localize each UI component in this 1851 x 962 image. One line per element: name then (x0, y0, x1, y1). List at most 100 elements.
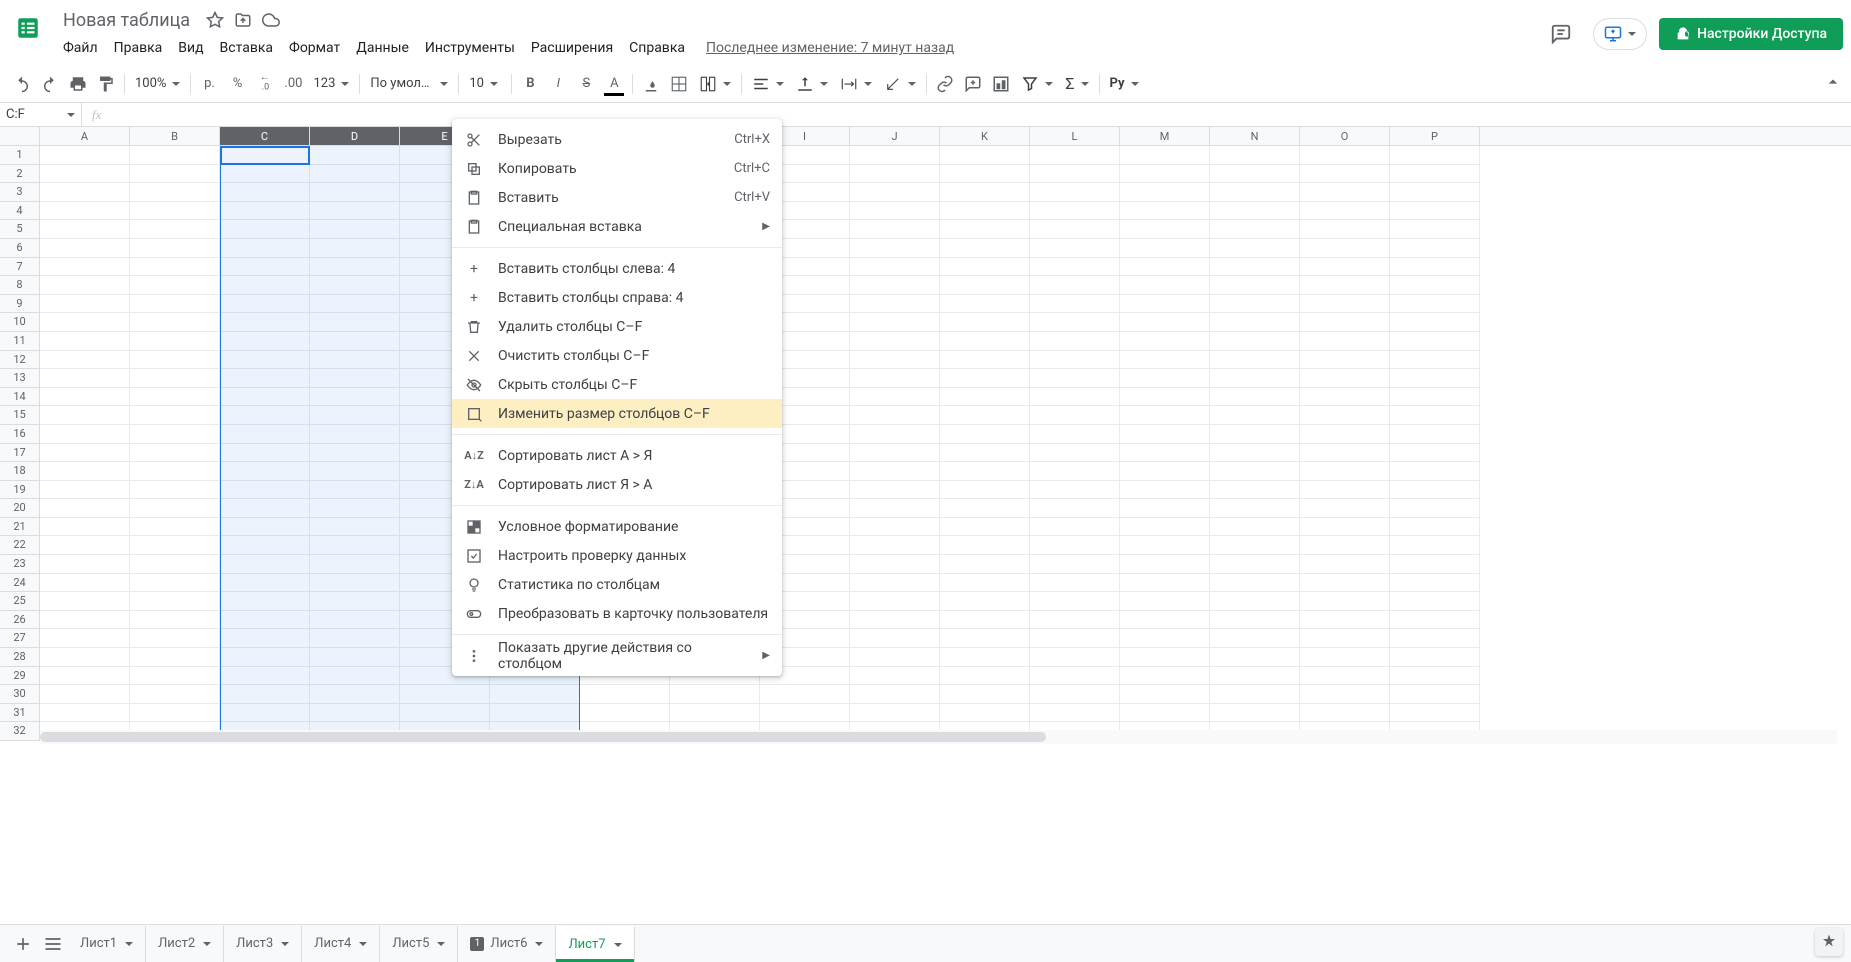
cm-insert-left[interactable]: +Вставить столбцы слева: 4 (452, 254, 782, 283)
sheet-tab[interactable]: Лист5 (380, 926, 458, 962)
cell[interactable] (220, 518, 310, 537)
cell[interactable] (1120, 351, 1210, 370)
borders-button[interactable] (665, 70, 693, 98)
cm-convert-people[interactable]: Преобразовать в карточку пользователя (452, 599, 782, 628)
cell[interactable] (850, 648, 940, 667)
cell[interactable] (130, 611, 220, 630)
cell[interactable] (1390, 332, 1480, 351)
row-header[interactable]: 29 (0, 667, 39, 686)
cell[interactable] (130, 202, 220, 221)
cell[interactable] (940, 425, 1030, 444)
select-all-corner[interactable] (0, 127, 40, 146)
cell[interactable] (1300, 239, 1390, 258)
cell[interactable] (1300, 332, 1390, 351)
cell[interactable] (1210, 313, 1300, 332)
column-header-M[interactable]: M (1120, 127, 1210, 145)
zoom-combo[interactable]: 100% (129, 71, 186, 97)
cell[interactable] (760, 704, 850, 723)
cell[interactable] (1120, 481, 1210, 500)
cell[interactable] (1390, 276, 1480, 295)
all-sheets-button[interactable] (38, 929, 68, 959)
cell[interactable] (940, 258, 1030, 277)
cell[interactable] (40, 536, 130, 555)
cell[interactable] (40, 351, 130, 370)
cell[interactable] (1030, 592, 1120, 611)
cell[interactable] (1120, 406, 1210, 425)
sheet-tab[interactable]: 1Лист6 (458, 926, 556, 962)
cell[interactable] (310, 481, 400, 500)
cell[interactable] (1120, 648, 1210, 667)
cell[interactable] (1030, 444, 1120, 463)
cell[interactable] (130, 406, 220, 425)
cell[interactable] (1300, 704, 1390, 723)
cell[interactable] (40, 406, 130, 425)
cell[interactable] (1210, 276, 1300, 295)
cell[interactable] (940, 202, 1030, 221)
cell[interactable] (940, 313, 1030, 332)
cell[interactable] (850, 444, 940, 463)
cell[interactable] (1030, 220, 1120, 239)
cell[interactable] (850, 146, 940, 165)
cell[interactable] (130, 444, 220, 463)
row-header[interactable]: 18 (0, 462, 39, 481)
cell[interactable] (940, 499, 1030, 518)
cell[interactable] (40, 295, 130, 314)
cell[interactable] (310, 536, 400, 555)
bold-button[interactable]: B (516, 70, 544, 98)
row-header[interactable]: 4 (0, 202, 39, 221)
cell[interactable] (1390, 481, 1480, 500)
cell[interactable] (400, 685, 490, 704)
cell[interactable] (940, 629, 1030, 648)
cell[interactable] (220, 165, 310, 184)
cell[interactable] (40, 369, 130, 388)
cell[interactable] (850, 276, 940, 295)
cm-paste-special[interactable]: Специальная вставка▶ (452, 212, 782, 241)
cell[interactable] (220, 536, 310, 555)
cell[interactable] (1390, 574, 1480, 593)
cm-sort-za[interactable]: Z↓AСортировать лист Я > А (452, 470, 782, 499)
cell[interactable] (40, 611, 130, 630)
cell[interactable] (940, 183, 1030, 202)
cell[interactable] (1030, 146, 1120, 165)
cell[interactable] (1390, 611, 1480, 630)
cell[interactable] (130, 574, 220, 593)
fill-color-button[interactable] (637, 70, 665, 98)
cell[interactable] (670, 685, 760, 704)
cell[interactable] (1210, 499, 1300, 518)
cell[interactable] (1030, 499, 1120, 518)
cell[interactable] (1120, 313, 1210, 332)
cell[interactable] (940, 220, 1030, 239)
undo-button[interactable] (8, 70, 36, 98)
cell[interactable] (1210, 220, 1300, 239)
cell[interactable] (850, 462, 940, 481)
row-header[interactable]: 2 (0, 165, 39, 184)
cell[interactable] (130, 518, 220, 537)
cell[interactable] (1210, 239, 1300, 258)
cell[interactable] (850, 685, 940, 704)
cell[interactable] (40, 313, 130, 332)
cell[interactable] (1390, 518, 1480, 537)
cell[interactable] (1030, 332, 1120, 351)
cell[interactable] (1300, 388, 1390, 407)
cell[interactable] (1120, 555, 1210, 574)
cell[interactable] (1120, 685, 1210, 704)
cell[interactable] (40, 239, 130, 258)
cell[interactable] (1390, 369, 1480, 388)
cell[interactable] (1300, 444, 1390, 463)
cell[interactable] (310, 295, 400, 314)
cell[interactable] (940, 704, 1030, 723)
cell[interactable] (310, 313, 400, 332)
cell[interactable] (220, 258, 310, 277)
cell[interactable] (850, 518, 940, 537)
cell[interactable] (1390, 444, 1480, 463)
cell[interactable] (850, 704, 940, 723)
cell[interactable] (130, 685, 220, 704)
cell[interactable] (1390, 351, 1480, 370)
cell[interactable] (1120, 239, 1210, 258)
doc-title[interactable]: Новая таблица (56, 8, 197, 33)
cell[interactable] (220, 406, 310, 425)
cell[interactable] (1390, 295, 1480, 314)
cell[interactable] (1120, 202, 1210, 221)
cell[interactable] (1210, 202, 1300, 221)
cell[interactable] (310, 258, 400, 277)
